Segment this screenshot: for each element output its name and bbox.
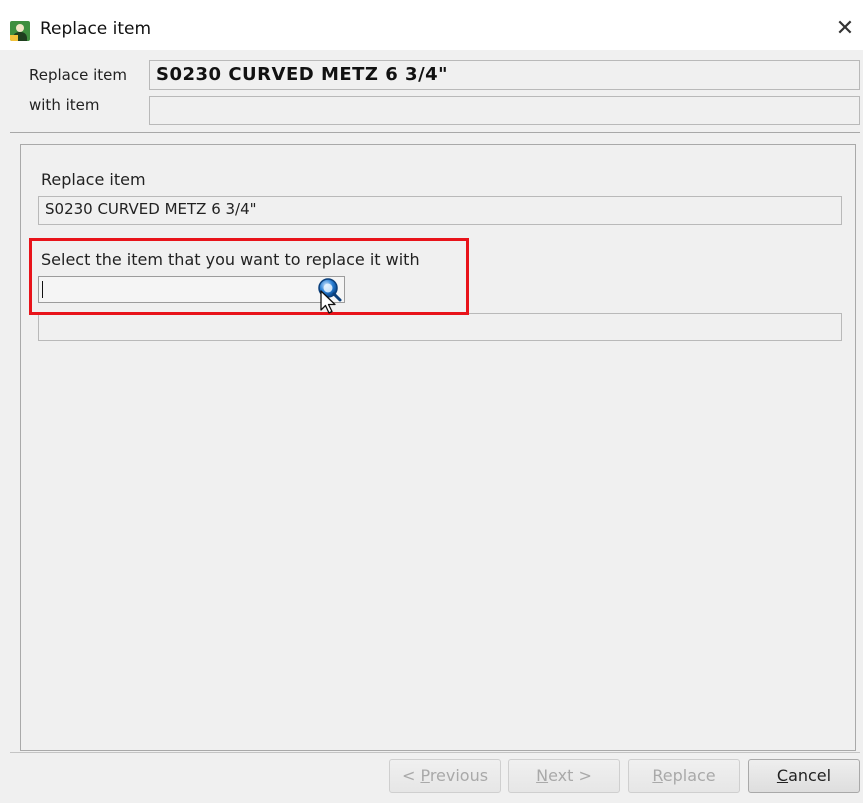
header-divider	[10, 132, 860, 133]
cancel-mnemonic: C	[776, 766, 789, 785]
search-icon	[318, 278, 342, 302]
close-icon: ✕	[835, 16, 855, 41]
window-title: Replace item	[40, 19, 152, 39]
replace-item-field: S0230 CURVED METZ 6 3/4"	[38, 196, 842, 225]
header-with-item-label: with item	[29, 96, 100, 114]
search-button[interactable]	[314, 277, 344, 303]
selected-item-description-field	[38, 313, 842, 341]
select-item-prompt: Select the item that you want to replace…	[41, 250, 420, 269]
replace-mnemonic: R	[652, 766, 663, 785]
replace-item-label: Replace item	[41, 170, 146, 189]
replace-with-item-input[interactable]	[38, 276, 345, 303]
cancel-button[interactable]: Cancel	[748, 759, 860, 793]
footer-divider	[10, 752, 860, 753]
previous-rest: revious	[429, 766, 489, 785]
close-button[interactable]: ✕	[832, 15, 858, 43]
replace-rest: eplace	[662, 766, 716, 785]
next-mnemonic: N	[536, 766, 549, 785]
previous-mnemonic: P	[420, 766, 430, 785]
cancel-rest: ancel	[788, 766, 832, 785]
next-button[interactable]: Next >	[508, 759, 620, 793]
replace-item-dialog: Replace item ✕ Replace item S0230 CURVED…	[0, 0, 863, 803]
header-replace-item-value: S0230 CURVED METZ 6 3/4"	[156, 64, 449, 85]
main-panel	[20, 144, 856, 751]
text-caret	[42, 281, 43, 298]
header-replace-item-label: Replace item	[29, 66, 127, 84]
next-rest: ext >	[548, 766, 592, 785]
header-with-item-field	[149, 96, 860, 125]
replace-button[interactable]: Replace	[628, 759, 740, 793]
previous-prefix: <	[401, 766, 421, 785]
header-replace-item-field: S0230 CURVED METZ 6 3/4"	[149, 60, 860, 90]
header-summary: Replace item S0230 CURVED METZ 6 3/4" wi…	[0, 50, 863, 132]
user-icon	[10, 21, 30, 41]
previous-button[interactable]: < Previous	[389, 759, 501, 793]
title-bar: Replace item ✕	[0, 0, 863, 50]
